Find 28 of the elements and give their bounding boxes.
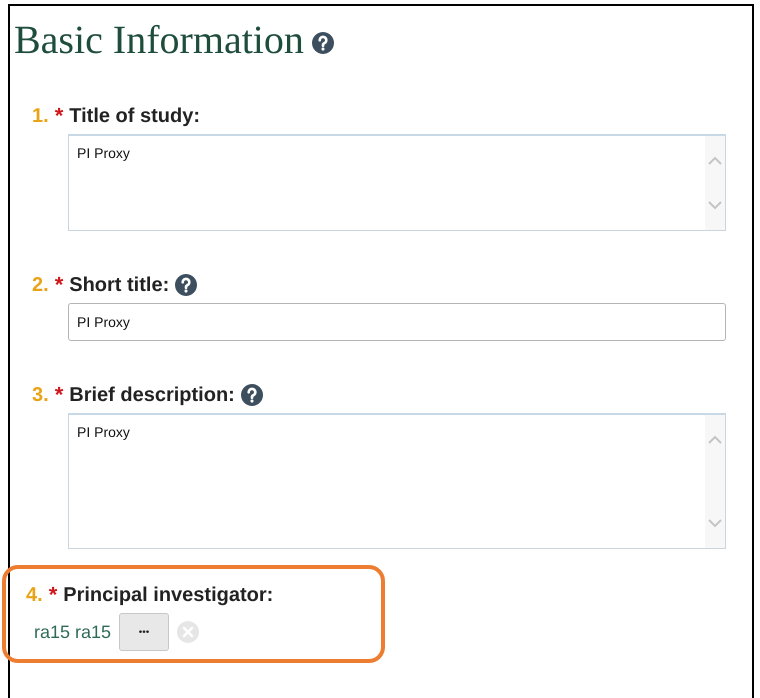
scroll-up-icon[interactable]: [708, 156, 722, 165]
required-mark: *: [54, 104, 64, 128]
question-label: Title of study:: [69, 104, 200, 128]
question-label: Brief description:: [69, 383, 235, 407]
text-area[interactable]: PI Proxy: [68, 413, 726, 549]
help-icon[interactable]: [175, 274, 198, 296]
required-mark: *: [48, 583, 58, 607]
input-field[interactable]: PI Proxy: [68, 303, 726, 341]
clear-icon[interactable]: [177, 621, 200, 643]
scroll-down-icon[interactable]: [708, 201, 722, 210]
question-number: 4.: [26, 583, 43, 607]
scrollbar[interactable]: [705, 136, 725, 230]
question-number: 1.: [32, 104, 49, 128]
browse-button[interactable]: •••: [119, 613, 170, 651]
person-link[interactable]: ra15 ra15: [34, 618, 112, 646]
required-mark: *: [54, 383, 64, 407]
help-icon[interactable]: [312, 32, 334, 54]
question-label: Principal investigator:: [63, 583, 274, 607]
question-number: 2.: [32, 273, 49, 297]
scroll-down-icon[interactable]: [708, 519, 722, 528]
page-title: Basic Information: [14, 16, 304, 64]
help-icon[interactable]: [240, 384, 263, 406]
text-area[interactable]: PI Proxy: [68, 134, 726, 231]
question-number: 3.: [32, 383, 49, 407]
required-mark: *: [54, 273, 64, 297]
question-label: Short title:: [69, 273, 170, 297]
scroll-up-icon[interactable]: [708, 435, 722, 444]
scrollbar[interactable]: [705, 415, 725, 548]
